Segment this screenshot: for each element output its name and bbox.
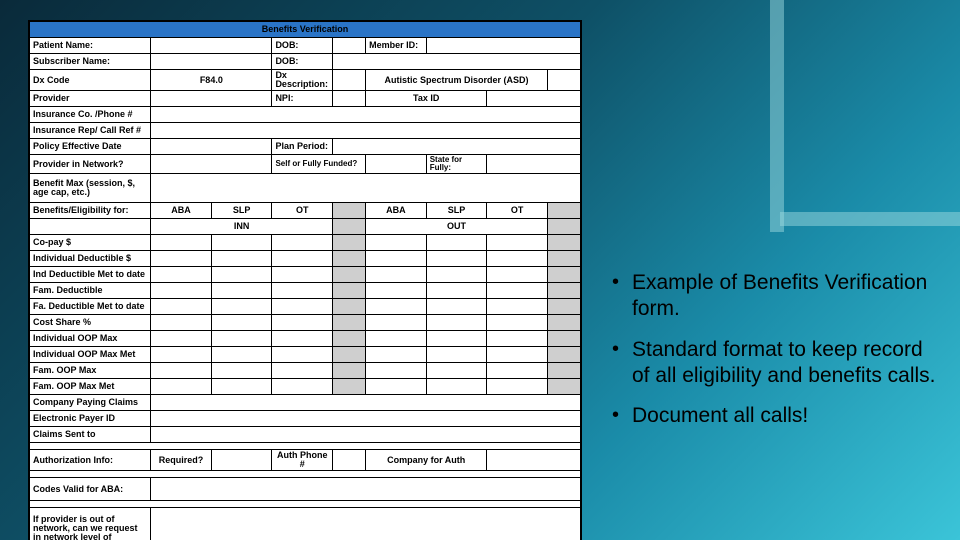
header-inn: INN (151, 219, 333, 235)
row-famdedmet: Fa. Deductible Met to date (30, 299, 151, 315)
label-member-id: Member ID: (366, 38, 427, 54)
label-rep: Insurance Rep/ Call Ref # (30, 123, 151, 139)
row-company: Company Paying Claims (30, 395, 151, 411)
bullet-item: Example of Benefits Verification form. (610, 270, 940, 323)
row-payer: Electronic Payer ID (30, 411, 151, 427)
label-benmax: Benefit Max (session, $, age cap, etc.) (30, 174, 151, 203)
row-indded: Individual Deductible $ (30, 251, 151, 267)
benefits-verification-form: Benefits Verification Patient Name: DOB:… (28, 20, 582, 540)
label-auth: Authorization Info: (30, 450, 151, 471)
row-famoopmet: Fam. OOP Max Met (30, 379, 151, 395)
value-dxdesc: Autistic Spectrum Disorder (ASD) (366, 70, 548, 91)
label-self-funded: Self or Fully Funded? (272, 155, 366, 174)
row-inddedmet: Ind Deductible Met to date (30, 267, 151, 283)
header-out: OUT (366, 219, 548, 235)
label-dxdesc: Dx Description: (272, 70, 333, 91)
label-network: Provider in Network? (30, 155, 151, 174)
label-authcompany: Company for Auth (366, 450, 487, 471)
accent-bar-vertical (770, 0, 784, 232)
row-indoopmet: Individual OOP Max Met (30, 347, 151, 363)
slide: Benefits Verification Patient Name: DOB:… (0, 0, 960, 540)
label-state: State for Fully: (426, 155, 487, 174)
label-dob2: DOB: (272, 54, 333, 70)
col-slp: SLP (211, 203, 272, 219)
accent-bar-horizontal (780, 212, 960, 226)
row-sent: Claims Sent to (30, 427, 151, 443)
label-insurance: Insurance Co. /Phone # (30, 107, 151, 123)
bullet-list: Example of Benefits Verification form. S… (610, 270, 940, 443)
label-provider: Provider (30, 91, 151, 107)
col-aba2: ABA (366, 203, 427, 219)
col-ot: OT (272, 203, 333, 219)
value-dxcode: F84.0 (151, 70, 272, 91)
label-dxcode: Dx Code (30, 70, 151, 91)
label-gap: If provider is out of network, can we re… (30, 508, 151, 540)
label-authphone: Auth Phone # (272, 450, 333, 471)
row-famded: Fam. Deductible (30, 283, 151, 299)
row-copay: Co-pay $ (30, 235, 151, 251)
form-title: Benefits Verification (30, 22, 581, 38)
col-ot2: OT (487, 203, 548, 219)
bullet-item: Document all calls! (610, 403, 940, 429)
label-patient: Patient Name: (30, 38, 151, 54)
label-subscriber: Subscriber Name: (30, 54, 151, 70)
label-policy: Policy Effective Date (30, 139, 151, 155)
label-eligibility: Benefits/Eligibility for: (30, 203, 151, 219)
row-famoop: Fam. OOP Max (30, 363, 151, 379)
label-codes: Codes Valid for ABA: (30, 478, 151, 501)
label-dob: DOB: (272, 38, 333, 54)
row-cost: Cost Share % (30, 315, 151, 331)
col-slp2: SLP (426, 203, 487, 219)
label-taxid: Tax ID (366, 91, 487, 107)
label-npi: NPI: (272, 91, 333, 107)
col-aba: ABA (151, 203, 212, 219)
label-required: Required? (151, 450, 212, 471)
row-indoop: Individual OOP Max (30, 331, 151, 347)
label-plan: Plan Period: (272, 139, 333, 155)
bullet-item: Standard format to keep record of all el… (610, 337, 940, 390)
